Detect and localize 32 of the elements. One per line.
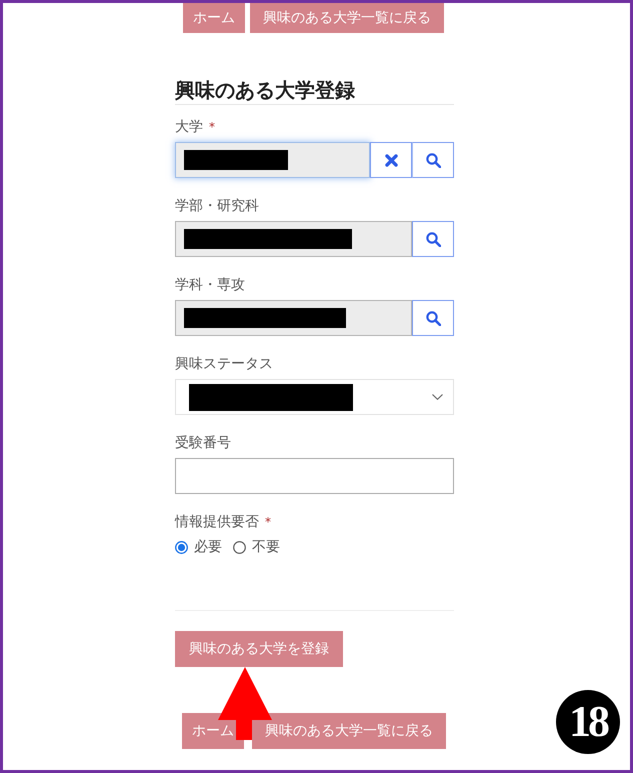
search-icon [426,310,440,326]
field-label: 大学 [175,118,203,136]
nav-button[interactable]: 興味のある大学一覧に戻る [252,713,446,749]
field-label: 受験番号 [175,434,231,452]
field-label: 興味ステータス [175,355,273,373]
input-field[interactable] [175,458,454,494]
radio-label: 不要 [252,538,280,556]
nav-button[interactable]: 興味のある大学一覧に戻る [250,3,444,33]
lookup-field[interactable] [175,142,370,178]
step-number-badge: 18 [556,690,620,754]
field-label: 学部・研究科 [175,197,259,215]
search-button[interactable] [412,221,454,257]
field-label: 学科・専攻 [175,276,245,294]
radio-button[interactable] [175,540,188,554]
search-button[interactable] [412,142,454,178]
lookup-field[interactable] [175,300,412,336]
required-mark: * [265,514,271,531]
nav-button[interactable]: ホーム [183,3,245,33]
search-icon [426,152,440,168]
submit-button[interactable]: 興味のある大学を登録 [175,631,343,667]
field-label: 情報提供要否 [175,513,259,531]
clear-button[interactable] [370,142,412,178]
radio-button[interactable] [233,540,246,554]
required-mark: * [209,119,215,136]
x-icon [384,154,398,166]
select-field[interactable] [175,379,454,415]
radio-label: 必要 [194,538,222,556]
search-icon [426,232,440,246]
form-title: 興味のある大学登録 [175,77,454,105]
lookup-field[interactable] [175,221,412,257]
search-button[interactable] [412,300,454,336]
chevron-down-icon [432,394,443,400]
